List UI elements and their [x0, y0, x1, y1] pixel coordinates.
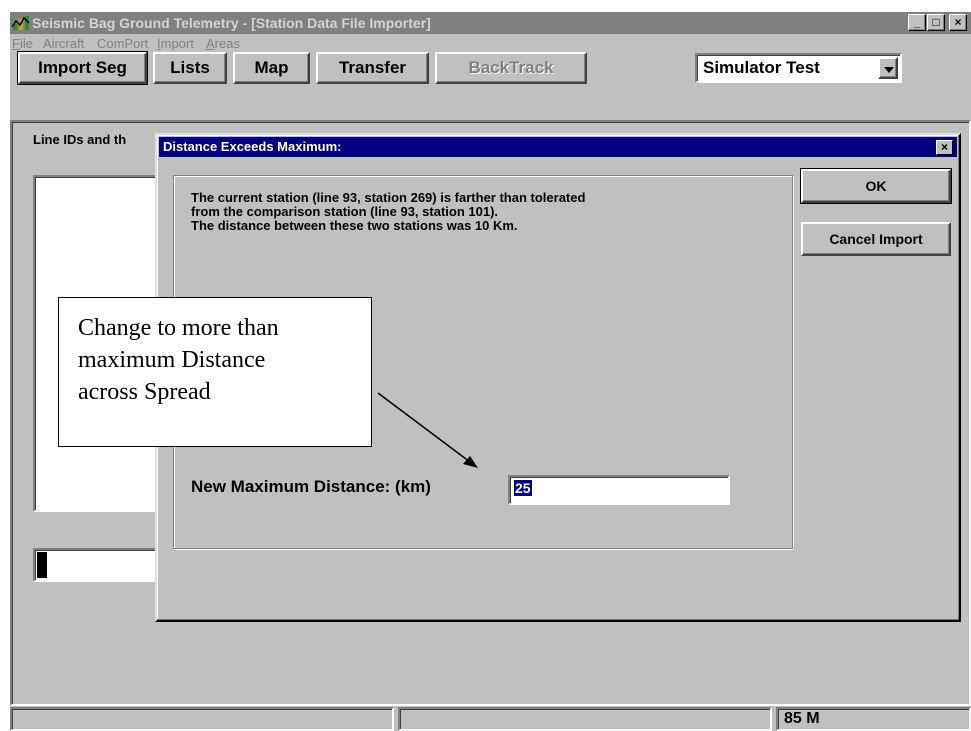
seismic-app-icon — [12, 16, 30, 30]
mode-select-value: Simulator Test — [703, 58, 820, 77]
dialog-message: The current station (line 93, station 26… — [191, 191, 791, 233]
dialog-titlebar[interactable]: Distance Exceeds Maximum: × — [159, 137, 957, 157]
menu-areas[interactable]: Areas — [206, 34, 240, 54]
window-titlebar[interactable]: Seismic Bag Ground Telemetry - [Station … — [10, 12, 971, 34]
maximize-button[interactable]: □ — [927, 14, 945, 31]
dialog-close-button[interactable]: × — [936, 140, 953, 155]
message-line: from the comparison station (line 93, st… — [191, 204, 499, 219]
status-pane-1 — [10, 707, 394, 731]
close-icon: × — [940, 140, 948, 154]
close-icon: × — [954, 15, 962, 29]
menu-file[interactable]: File — [12, 34, 33, 54]
message-line: The current station (line 93, station 26… — [191, 190, 586, 205]
annotation-callout: Change to more than maximum Distance acr… — [58, 297, 372, 447]
max-distance-label: New Maximum Distance: (km) — [191, 477, 431, 496]
tab-transfer[interactable]: Transfer — [316, 52, 429, 84]
annotation-line: Change to more than — [78, 315, 279, 341]
message-line: The distance between these two stations … — [191, 218, 518, 233]
tab-backtrack[interactable]: BackTrack — [435, 52, 587, 84]
chevron-down-icon — [884, 67, 894, 73]
minimize-button[interactable]: _ — [908, 14, 926, 31]
tab-lists[interactable]: Lists — [153, 52, 227, 84]
status-memory: 85 M — [776, 707, 971, 731]
import-progress-bar — [33, 548, 163, 582]
menu-aircraft[interactable]: Aircraft — [43, 34, 84, 54]
max-distance-value: 25 — [514, 480, 532, 496]
mode-select[interactable]: Simulator Test — [695, 53, 902, 83]
mode-select-dropdown-button[interactable] — [878, 57, 898, 79]
tab-import-seg[interactable]: Import Seg — [18, 52, 147, 84]
window-title: Seismic Bag Ground Telemetry - [Station … — [32, 15, 431, 31]
maximize-icon: □ — [932, 15, 940, 29]
progress-fill — [37, 552, 47, 578]
close-button[interactable]: × — [949, 14, 967, 31]
menu-bar: File Aircraft ComPort Import Areas — [10, 34, 971, 54]
ok-button[interactable]: OK — [801, 169, 951, 203]
line-ids-label: Line IDs and th — [33, 132, 127, 147]
annotation-line: across Spread — [78, 379, 211, 405]
minimize-icon: _ — [913, 15, 921, 29]
menu-comport[interactable]: ComPort — [97, 34, 148, 54]
dialog-title: Distance Exceeds Maximum: — [163, 139, 342, 154]
status-pane-2 — [398, 707, 772, 731]
cancel-import-button[interactable]: Cancel Import — [801, 222, 951, 256]
max-distance-input[interactable]: 25 — [508, 475, 730, 505]
menu-import[interactable]: Import — [157, 34, 194, 54]
tab-map[interactable]: Map — [233, 52, 310, 84]
annotation-line: maximum Distance — [78, 347, 266, 373]
